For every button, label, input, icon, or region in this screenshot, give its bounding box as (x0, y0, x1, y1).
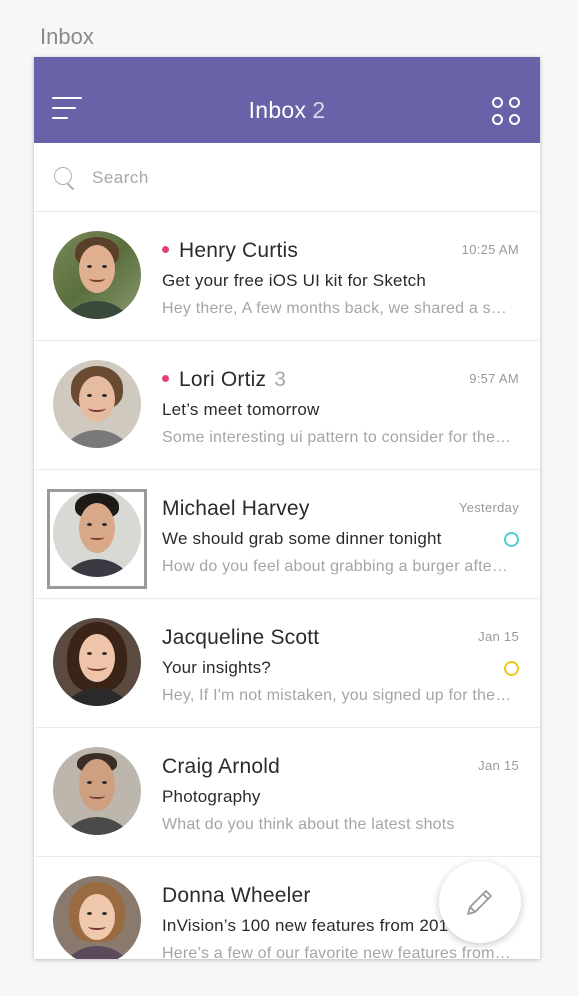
sender-name: Donna Wheeler (162, 884, 311, 908)
avatar (53, 231, 141, 319)
message-subject: Let’s meet tomorrow (162, 400, 320, 419)
sender-name: Michael Harvey (162, 497, 310, 521)
message-row[interactable]: Henry Curtis 10:25 AM Get your free iOS … (34, 212, 540, 341)
message-row[interactable]: Craig Arnold Jan 15 Photography What do … (34, 728, 540, 857)
message-time: 9:57 AM (469, 371, 519, 386)
compose-button[interactable] (439, 861, 521, 943)
sender-name-text: Donna Wheeler (162, 884, 311, 907)
search-input[interactable] (92, 163, 512, 193)
message-subject: InVision’s 100 new features from 2014 (162, 916, 458, 935)
message-time: 10:25 AM (461, 242, 519, 257)
message-subject: We should grab some dinner tonight (162, 529, 442, 548)
message-time: Yesterday (458, 500, 519, 515)
sender-name: Henry Curtis (162, 239, 298, 263)
nav-unread-count: 2 (312, 97, 326, 123)
sender-name-text: Lori Ortiz (179, 368, 267, 391)
sender-name: Lori Ortiz 3 (162, 368, 286, 392)
status-ring-icon (504, 532, 519, 547)
sender-name-text: Jacqueline Scott (162, 626, 320, 649)
message-preview: Here’s a few of our favorite new feature… (162, 945, 512, 959)
message-time: Jan 15 (478, 629, 519, 644)
nav-title-text: Inbox (248, 97, 307, 123)
avatar (53, 876, 141, 959)
message-preview: Some interesting ui pattern to consider … (162, 429, 512, 446)
navbar: Inbox 2 (34, 57, 540, 143)
sender-name-text: Craig Arnold (162, 755, 280, 778)
sender-name-text: Henry Curtis (179, 239, 299, 262)
avatar (53, 618, 141, 706)
message-subject: Get your free iOS UI kit for Sketch (162, 271, 426, 290)
message-row[interactable]: Michael Harvey Yesterday We should grab … (34, 470, 540, 599)
status-ring-icon (504, 661, 519, 676)
grid-dots-icon[interactable] (492, 97, 522, 127)
message-time: Jan 15 (478, 758, 519, 773)
message-row[interactable]: Jacqueline Scott Jan 15 Your insights? H… (34, 599, 540, 728)
search-icon (54, 167, 76, 190)
search-bar (34, 143, 540, 212)
nav-title: Inbox 2 (34, 97, 540, 124)
sender-name-text: Michael Harvey (162, 497, 310, 520)
thread-count: 3 (274, 368, 287, 391)
pencil-icon (467, 890, 492, 915)
unread-indicator (162, 245, 169, 253)
unread-indicator (162, 374, 169, 382)
message-preview: What do you think about the latest shots (162, 816, 455, 833)
phone-frame: Inbox2 Henry Curtis (34, 57, 540, 959)
message-list: Henry Curtis 10:25 AM Get your free iOS … (34, 212, 540, 959)
message-preview: Hey, If I'm not mistaken, you signed up … (162, 687, 512, 704)
message-preview: How do you feel about grabbing a burger … (162, 558, 512, 575)
sender-name: Jacqueline Scott (162, 626, 319, 650)
message-row[interactable]: Lori Ortiz 3 9:57 AM Let’s meet tomorrow … (34, 341, 540, 470)
avatar (53, 747, 141, 835)
avatar-selection-frame (47, 489, 147, 589)
message-subject: Your insights? (162, 658, 271, 677)
avatar (53, 360, 141, 448)
sender-name: Craig Arnold (162, 755, 280, 779)
page-label: Inbox (40, 24, 94, 49)
message-preview: Hey there, A few months back, we shared … (162, 300, 512, 317)
message-subject: Photography (162, 787, 261, 806)
